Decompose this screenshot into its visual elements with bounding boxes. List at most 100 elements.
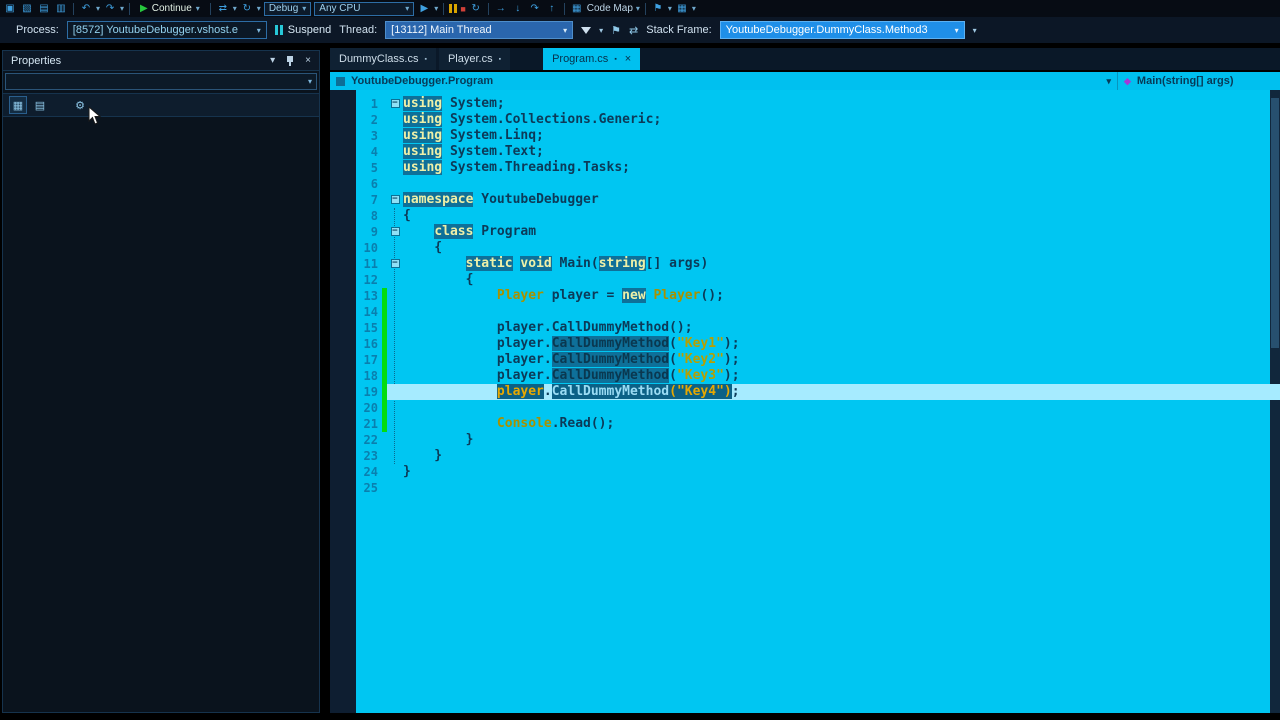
line-number: 1	[370, 97, 378, 111]
break-all-icon[interactable]	[449, 4, 458, 13]
redo-icon[interactable]: ↷	[103, 2, 117, 16]
code-line[interactable]: 11− static void Main(string[] args)	[356, 256, 1280, 272]
flag-icon[interactable]: ⚑	[651, 2, 665, 16]
pin-icon[interactable]: ▪	[499, 56, 501, 63]
code-line[interactable]: 7− namespace YoutubeDebugger	[356, 192, 1280, 208]
save-icon[interactable]: ▤	[37, 2, 51, 16]
property-pages-icon[interactable]: ⚙	[71, 96, 89, 114]
code-line[interactable]: 17 player.CallDummyMethod("Key2");	[356, 352, 1280, 368]
chevron-down-icon[interactable]: ▾	[434, 4, 438, 13]
toggle-flagged-icon[interactable]: ⚑	[611, 24, 621, 37]
redo-dropdown-icon[interactable]: ▾	[120, 4, 124, 13]
chevron-down-icon[interactable]: ▾	[668, 4, 672, 13]
tab-player[interactable]: Player.cs ▪	[438, 48, 511, 70]
breakpoint-gutter[interactable]	[330, 90, 356, 713]
process-label: Process:	[16, 24, 59, 36]
code-line[interactable]: 21 Console.Read();	[356, 416, 1280, 432]
code-line[interactable]: 25	[356, 480, 1280, 496]
options-icon[interactable]: ▦	[675, 2, 689, 16]
process-dropdown[interactable]: [8572] YoutubeDebugger.vshost.e ▾	[66, 21, 267, 39]
code-line[interactable]: 9− class Program	[356, 224, 1280, 240]
code-line[interactable]: 19 player.CallDummyMethod("Key4");	[356, 384, 1280, 400]
breadcrumb-member[interactable]: ◆ Main(string[] args)	[1117, 72, 1280, 90]
configuration-value: Debug	[268, 3, 299, 14]
chevron-down-icon[interactable]: ▾	[599, 26, 603, 35]
toggle-current-thread-icon[interactable]: ⇄	[629, 24, 638, 37]
code-line[interactable]: 23 }	[356, 448, 1280, 464]
codemap-button[interactable]: Code Map	[587, 3, 633, 14]
line-number: 19	[363, 385, 378, 399]
new-file-icon[interactable]: ▧	[20, 2, 34, 16]
configuration-select[interactable]: Debug ▾	[263, 1, 312, 16]
code-text: player.CallDummyMethod("Key1");	[403, 336, 740, 351]
fold-toggle-icon[interactable]: −	[387, 96, 403, 112]
tab-dummyclass[interactable]: DummyClass.cs ▪	[330, 48, 436, 70]
breadcrumb-scope[interactable]: YoutubeDebugger.Program ▾	[330, 72, 1117, 90]
thread-dropdown[interactable]: [13112] Main Thread ▾	[385, 21, 574, 39]
chevron-down-icon[interactable]: ▾	[636, 4, 640, 13]
save-all-icon[interactable]: ▥	[54, 2, 68, 16]
continue-button[interactable]: ▶ Continue ▾	[135, 1, 205, 16]
code-text: }	[403, 448, 443, 463]
toolbar-overflow-icon[interactable]: ▾	[973, 26, 977, 35]
code-line[interactable]: 6	[356, 176, 1280, 192]
code-line[interactable]: 2 using System.Collections.Generic;	[356, 112, 1280, 128]
code-line[interactable]: 15 player.CallDummyMethod();	[356, 320, 1280, 336]
code-editor[interactable]: 1− using System; 2 using System.Collections…	[330, 90, 1280, 713]
step-over-icon[interactable]: ↷	[528, 2, 542, 16]
close-icon[interactable]: ×	[625, 53, 631, 65]
code-line[interactable]: 13 Player player = new Player();	[356, 288, 1280, 304]
code-text: using System.Collections.Generic;	[403, 112, 662, 127]
tab-program[interactable]: Program.cs ▪ ×	[543, 48, 641, 70]
step-out-icon[interactable]: ↑	[545, 2, 559, 16]
code-line[interactable]: 24}	[356, 464, 1280, 480]
attach-icon[interactable]: ⇄	[216, 2, 230, 16]
properties-title-bar[interactable]: Properties ▾ ×	[3, 51, 319, 71]
hot-reload-icon[interactable]: ↻	[240, 2, 254, 16]
code-line[interactable]: 1− using System;	[356, 96, 1280, 112]
stop-debugging-icon[interactable]: ■	[460, 4, 465, 14]
fold-toggle-icon[interactable]: −	[387, 192, 403, 208]
show-next-statement-icon[interactable]: →	[494, 2, 508, 16]
chevron-down-icon[interactable]: ▾	[257, 4, 261, 13]
window-position-icon[interactable]: ▾	[270, 55, 275, 66]
step-into-icon[interactable]: ↓	[511, 2, 525, 16]
code-line[interactable]: 14	[356, 304, 1280, 320]
fold-toggle-icon[interactable]: −	[387, 256, 403, 272]
stackframe-dropdown[interactable]: YoutubeDebugger.DummyClass.Method3 ▾	[719, 21, 965, 39]
code-line[interactable]: 5 using System.Threading.Tasks;	[356, 160, 1280, 176]
chevron-down-icon[interactable]: ▾	[692, 4, 696, 13]
code-line[interactable]: 4 using System.Text;	[356, 144, 1280, 160]
pin-icon[interactable]: ▪	[614, 56, 616, 63]
code-line[interactable]: 8{	[356, 208, 1280, 224]
code-line[interactable]: 22 }	[356, 432, 1280, 448]
chevron-down-icon: ▾	[954, 25, 959, 35]
filter-icon[interactable]	[581, 26, 592, 34]
start-icon[interactable]: ▶	[417, 2, 431, 16]
code-line[interactable]: 18 player.CallDummyMethod("Key3");	[356, 368, 1280, 384]
fold-toggle-icon[interactable]: −	[387, 224, 403, 240]
alphabetical-icon[interactable]: ▤	[31, 96, 49, 114]
code-text: player.CallDummyMethod("Key4");	[403, 384, 1280, 400]
code-line[interactable]: 3 using System.Linq;	[356, 128, 1280, 144]
categorized-icon[interactable]: ▦	[9, 96, 27, 114]
close-icon[interactable]: ×	[305, 55, 311, 66]
properties-object-dropdown[interactable]: ▾	[5, 73, 317, 90]
undo-dropdown-icon[interactable]: ▾	[96, 4, 100, 13]
code-line[interactable]: 12 {	[356, 272, 1280, 288]
tab-label: DummyClass.cs	[339, 53, 419, 65]
code-line[interactable]: 10 {	[356, 240, 1280, 256]
pin-icon[interactable]	[285, 55, 295, 67]
undo-icon[interactable]: ↶	[79, 2, 93, 16]
platform-select[interactable]: Any CPU ▾	[314, 1, 415, 16]
chevron-down-icon[interactable]: ▾	[233, 4, 237, 13]
code-line[interactable]: 16 player.CallDummyMethod("Key1");	[356, 336, 1280, 352]
restart-icon[interactable]: ↻	[469, 2, 483, 16]
pin-icon[interactable]: ▪	[424, 56, 426, 63]
code-line[interactable]: 20	[356, 400, 1280, 416]
suspend-button[interactable]: Suspend	[274, 24, 331, 36]
